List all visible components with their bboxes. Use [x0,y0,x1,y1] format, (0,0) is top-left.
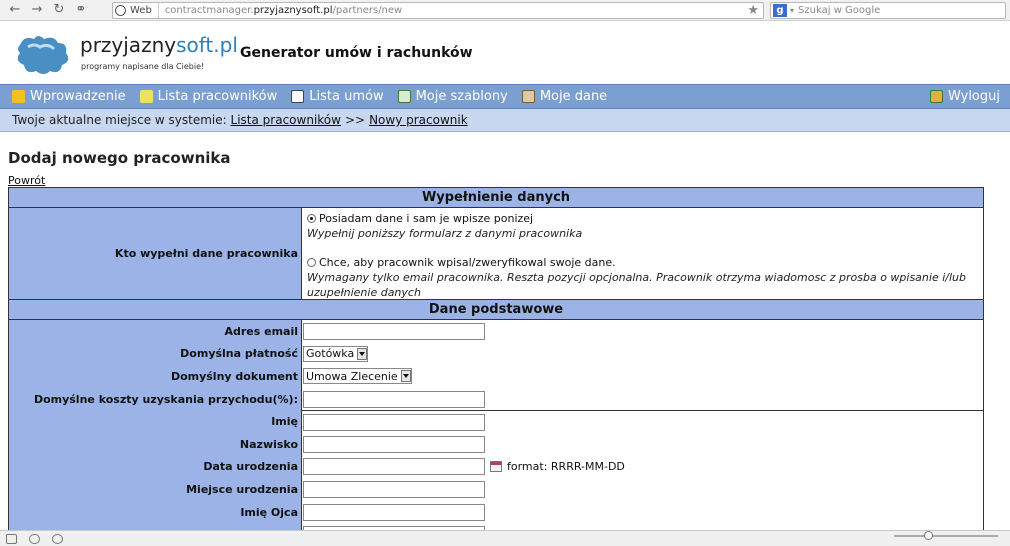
site-badge: Web [113,3,159,18]
id-card-icon [521,90,535,103]
main-menu: Wprowadzenie Lista pracowników Lista umó… [0,84,1010,109]
cloud-icon[interactable] [29,533,40,544]
document-select[interactable]: Umowa Zlecenie [303,368,412,385]
logo-text: przyjaznysoft.pl [80,33,238,57]
option-employee-fill-hint: Wymagany tylko email pracownika. Reszta … [307,271,966,299]
puzzle-logo-icon [17,36,69,74]
menu-item-wprowadzenie[interactable]: Wprowadzenie [12,89,126,104]
url-host: przyjaznysoft.pl [253,5,333,16]
browser-status-bar [0,530,1010,546]
option-employee-fill[interactable]: Chce, aby pracownik wpisal/zweryfikowal … [307,255,983,270]
birth-date-field[interactable] [303,458,485,476]
form-row-birth-date: Data urodzenia format: RRRR-MM-DD [9,455,983,479]
form-row-birth-place: Miejsce urodzenia [9,478,983,501]
chevron-down-icon[interactable] [400,370,411,383]
site-header: przyjaznysoft.pl programy napisane dla C… [0,21,1010,84]
option-self-fill[interactable]: Posiadam dane i sam je wpisze ponizej [307,211,983,226]
menu-item-wyloguj[interactable]: Wyloguj [930,89,1000,104]
breadcrumb: Twoje aktualne miejsce w systemie: Lista… [0,109,1010,132]
reload-icon[interactable]: ↻ [48,1,70,19]
forward-arrow-icon[interactable]: → [26,1,48,19]
search-dropdown-icon[interactable]: ▾ [790,6,794,15]
last-name-field[interactable] [303,435,485,453]
option-self-fill-hint: Wypełnij poniższy formularz z danymi pra… [307,227,583,240]
menu-item-lista-umow[interactable]: Lista umów [291,89,384,104]
pencil-icon [139,90,153,103]
logout-icon [930,90,943,103]
page-title: Dodaj nowego pracownika [8,149,231,167]
chevron-down-icon[interactable] [357,347,368,360]
document-icon [291,90,305,103]
table-icon [397,90,411,103]
menu-item-lista-pracownikow[interactable]: Lista pracowników [139,89,277,104]
breadcrumb-link-nowy-pracownik[interactable]: Nowy pracownik [369,113,468,127]
breadcrumb-link-lista-pracownikow[interactable]: Lista pracowników [231,113,341,127]
window-icon[interactable] [6,533,17,544]
costs-field[interactable] [303,390,485,408]
who-fills-label: Kto wypełni dane pracownika [9,208,302,299]
globe-icon [115,5,126,16]
form-row-email: Adres email [9,320,983,343]
menu-item-moje-szablony[interactable]: Moje szablony [397,89,508,104]
section-header-basic: Dane podstawowe [9,300,983,320]
payment-select[interactable]: Gotówka [303,345,369,362]
section-header-filling: Wypełnienie danych [9,188,983,208]
key-icon[interactable]: ⚭ [70,1,92,19]
calendar-icon[interactable] [490,461,502,473]
form-row-payment: Domyślna płatność Gotówka [9,342,983,366]
form-row-first-name: Imię [9,410,983,433]
radio-employee-fill[interactable] [307,258,316,267]
google-icon[interactable]: g [773,4,787,17]
bookmark-star-icon[interactable]: ★ [747,3,759,18]
father-name-field[interactable] [303,503,485,521]
form-row-costs: Domyślne koszty uzyskania przychodu(%): [9,387,983,411]
url-prefix: contractmanager. [164,5,254,16]
email-field[interactable] [303,322,485,340]
who-fills-row: Kto wypełni dane pracownika Posiadam dan… [9,208,983,300]
form-row-father-name: Imię Ojca [9,500,983,524]
radio-self-fill[interactable] [307,214,316,223]
back-link[interactable]: Powrót [8,174,45,187]
form-row-last-name: Nazwisko [9,432,983,456]
first-name-field[interactable] [303,413,485,431]
menu-item-moje-dane[interactable]: Moje dane [521,89,607,104]
zoom-slider-handle[interactable] [924,531,933,540]
search-input[interactable]: g ▾ Szukaj w Google [770,2,1006,19]
employee-form: Wypełnienie danych Kto wypełni dane prac… [8,187,984,546]
app-title: Generator umów i rachunków [240,45,473,61]
search-placeholder: Szukaj w Google [798,5,881,16]
birth-place-field[interactable] [303,480,485,498]
address-bar[interactable]: Web contractmanager. przyjaznysoft.pl/par… [112,2,764,19]
zoom-slider[interactable] [894,531,998,540]
back-arrow-icon[interactable]: ← [4,1,26,19]
gauge-icon[interactable] [52,533,63,544]
logo-tagline: programy napisane dla Ciebie! [81,62,205,71]
form-row-document: Domyślny dokument Umowa Zlecenie [9,365,983,388]
lightning-icon [12,90,25,103]
url-path: /partners/new [332,5,403,16]
date-format-hint: format: RRRR-MM-DD [507,460,625,474]
